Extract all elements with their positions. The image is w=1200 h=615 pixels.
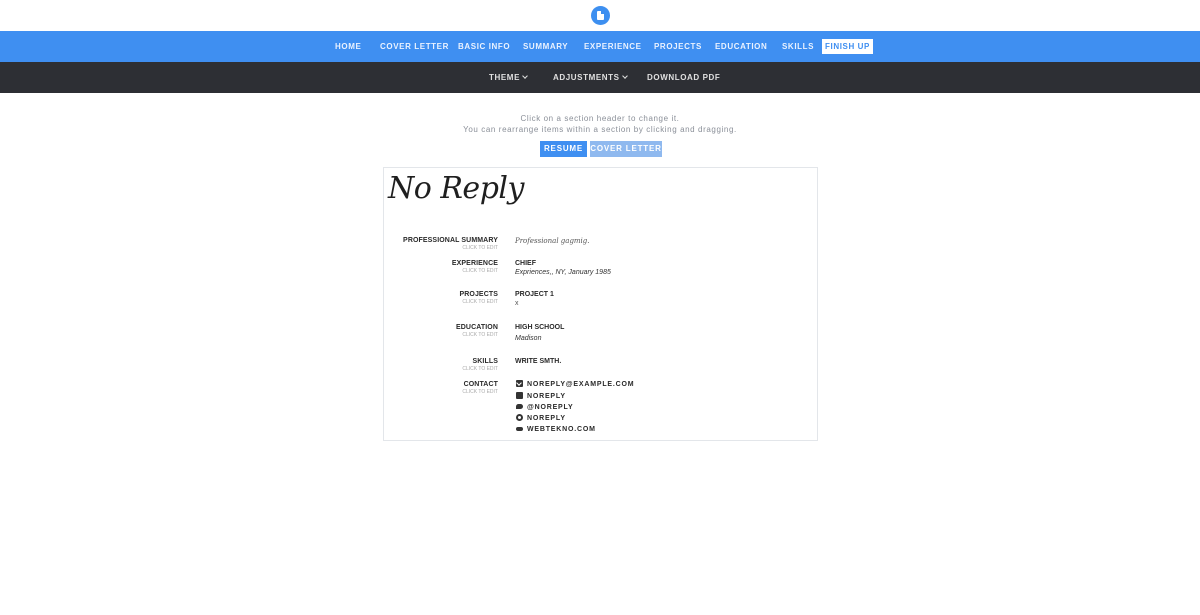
contact-twitter-text: @NOREPLY: [527, 404, 574, 411]
section-header-summary[interactable]: Professional Summary: [403, 237, 498, 244]
click-to-edit-hint: Click to edit: [462, 366, 498, 372]
tab-resume[interactable]: Resume: [540, 141, 587, 157]
section-header-education[interactable]: Education: [456, 324, 498, 331]
project-title[interactable]: Project 1: [515, 291, 554, 298]
click-to-edit-hint: Click to edit: [462, 332, 498, 338]
finish-up-button[interactable]: Finish up: [822, 39, 873, 54]
contact-website-text: WEBTEKNO.COM: [527, 426, 596, 433]
contact-github-text: NOREPLY: [527, 415, 566, 422]
main-nav: Home Cover Letter Basic Info Summary Exp…: [0, 31, 1200, 62]
hint-line-2: You can rearrange items within a section…: [463, 125, 737, 134]
section-header-skills[interactable]: Skills: [473, 358, 499, 365]
download-pdf-button[interactable]: Download PDF: [647, 62, 720, 93]
theme-label: Theme: [489, 73, 520, 82]
logo-bar: [0, 0, 1200, 31]
twitter-icon: [516, 403, 523, 410]
adjustments-dropdown[interactable]: Adjustments: [553, 62, 628, 93]
experience-title[interactable]: Chief: [515, 260, 536, 267]
tab-cover-letter[interactable]: Cover Letter: [590, 141, 662, 157]
nav-summary[interactable]: Summary: [523, 31, 568, 62]
resume-preview: [383, 167, 818, 441]
skills-text[interactable]: Write smth.: [515, 358, 561, 365]
nav-skills[interactable]: Skills: [782, 31, 814, 62]
chevron-down-icon: [522, 73, 528, 79]
contact-twitter[interactable]: @NOREPLY: [516, 403, 573, 413]
section-header-experience[interactable]: Experience: [452, 260, 498, 267]
section-header-projects[interactable]: Projects: [459, 291, 498, 298]
click-to-edit-hint: Click to edit: [462, 268, 498, 274]
nav-cover-letter[interactable]: Cover Letter: [380, 31, 449, 62]
click-to-edit-hint: Click to edit: [462, 299, 498, 305]
nav-education[interactable]: Education: [715, 31, 767, 62]
contact-email-text: NOREPLY@EXAMPLE.COM: [527, 381, 635, 388]
nav-home[interactable]: Home: [335, 31, 361, 62]
nav-basic-info[interactable]: Basic Info: [458, 31, 510, 62]
nav-projects[interactable]: Projects: [654, 31, 702, 62]
contact-github[interactable]: NOREPLY: [516, 414, 566, 424]
contact-linkedin-text: NOREPLY: [527, 393, 566, 400]
contact-linkedin[interactable]: NOREPLY: [516, 392, 566, 402]
hint-line-1: Click on a section header to change it.: [520, 114, 680, 123]
click-to-edit-hint: Click to edit: [462, 389, 498, 395]
summary-text[interactable]: Professional gagmig.: [515, 237, 590, 245]
experience-subtitle[interactable]: Expriences,, NY, January 1985: [515, 269, 611, 276]
education-title[interactable]: High School: [515, 324, 564, 331]
resume-name[interactable]: No Reply: [388, 171, 524, 206]
contact-email[interactable]: NOREPLY@EXAMPLE.COM: [516, 380, 634, 390]
toolbar: Theme Adjustments Download PDF: [0, 62, 1200, 93]
cloud-icon: [516, 425, 523, 432]
education-subtitle[interactable]: Madison: [515, 335, 541, 342]
adjustments-label: Adjustments: [553, 73, 620, 82]
linkedin-icon: [516, 392, 523, 399]
github-icon: [516, 414, 523, 421]
app-logo-icon[interactable]: [591, 6, 610, 25]
mail-icon: [516, 380, 523, 387]
chevron-down-icon: [621, 73, 628, 79]
theme-dropdown[interactable]: Theme: [489, 62, 528, 93]
click-to-edit-hint: Click to edit: [462, 245, 498, 251]
project-text[interactable]: x: [515, 300, 519, 307]
contact-website[interactable]: WEBTEKNO.COM: [516, 425, 596, 435]
nav-experience[interactable]: Experience: [584, 31, 642, 62]
section-header-contact[interactable]: Contact: [464, 381, 498, 388]
